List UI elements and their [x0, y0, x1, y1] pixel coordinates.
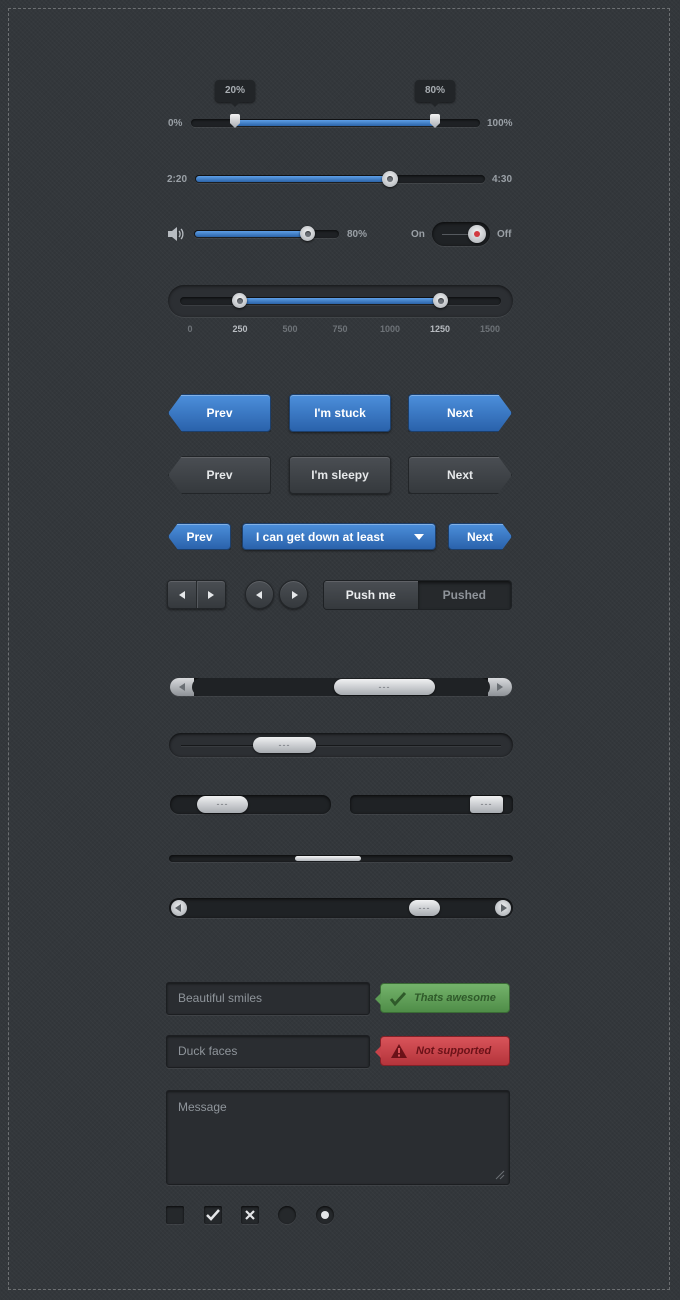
time-track[interactable] [195, 175, 485, 183]
scrollbar-1[interactable]: --- [170, 678, 512, 696]
warning-icon [391, 1044, 407, 1058]
success-badge: Thats awesome [375, 983, 510, 1013]
sleepy-button[interactable]: I'm sleepy [289, 456, 391, 494]
segment-left-button[interactable] [168, 581, 197, 608]
scrollbar-4[interactable]: --- [350, 795, 513, 814]
prev-button-blue[interactable]: Prev [168, 394, 271, 432]
checkbox-checked[interactable] [204, 1206, 222, 1224]
volume-fill [195, 231, 308, 237]
time-total-label: 4:30 [492, 174, 513, 185]
speaker-icon[interactable] [167, 226, 185, 247]
close-icon [245, 1210, 255, 1220]
range-high-tooltip: 80% [415, 80, 455, 107]
scale-tick-label: 250 [232, 324, 248, 334]
push-toggle-group: Push me Pushed [323, 580, 512, 610]
scale-high-handle[interactable] [433, 293, 448, 308]
next-button-blue[interactable]: Next [408, 394, 512, 432]
toggle-knob[interactable] [468, 225, 486, 243]
range-min-label: 0% [168, 118, 183, 129]
scroll-thumb[interactable]: --- [253, 737, 316, 753]
round-left-button[interactable] [245, 580, 274, 609]
checkbox-empty[interactable] [166, 1206, 184, 1224]
error-badge: Not supported [375, 1036, 510, 1066]
success-text: Thats awesome [414, 992, 496, 1004]
toggle-track[interactable] [432, 222, 490, 246]
scale-tick-label: 0 [187, 324, 193, 334]
scrollbar-2[interactable]: --- [169, 733, 513, 757]
triangle-right-icon [501, 904, 507, 912]
dropdown-value: I can get down at least [256, 529, 385, 544]
resize-grip-icon[interactable] [495, 1170, 505, 1180]
push-me-button[interactable]: Push me [324, 581, 418, 609]
scale-tick-label: 1250 [429, 324, 451, 334]
second-field[interactable]: Duck faces [166, 1035, 370, 1068]
scale-low-handle[interactable] [232, 293, 247, 308]
scrollbar-3[interactable]: --- [170, 795, 331, 814]
segment-right-button[interactable] [196, 581, 226, 608]
time-current-label: 2:20 [167, 174, 188, 185]
stuck-button[interactable]: I'm stuck [289, 394, 391, 432]
scale-track[interactable] [180, 297, 501, 305]
triangle-right-icon [208, 590, 215, 599]
round-right-button[interactable] [279, 580, 308, 609]
name-field[interactable]: Beautiful smiles [166, 982, 370, 1015]
toggle-line [442, 234, 468, 235]
scroll-thumb[interactable]: --- [470, 796, 503, 813]
time-handle[interactable] [382, 171, 398, 187]
scale-tick-label: 750 [332, 324, 348, 334]
scroll-right-button[interactable] [488, 678, 512, 696]
chevron-down-icon [414, 534, 424, 540]
scrollbar-5[interactable] [169, 855, 513, 862]
scroll-right-button[interactable] [495, 900, 511, 916]
volume-handle[interactable] [300, 226, 315, 241]
triangle-left-icon [179, 683, 185, 691]
next-button-small[interactable]: Next [448, 523, 512, 550]
volume-track[interactable] [194, 230, 339, 238]
range-fill [235, 120, 435, 126]
scroll-left-button[interactable] [171, 900, 187, 916]
prev-button-small[interactable]: Prev [168, 523, 231, 550]
scroll-rail [181, 745, 501, 746]
next-button-dark[interactable]: Next [408, 456, 512, 494]
scale-tick-label: 1500 [479, 324, 501, 334]
triangle-right-icon [497, 683, 503, 691]
triangle-left-icon [175, 904, 181, 912]
scrollbar-6[interactable]: --- [169, 898, 513, 918]
triangle-left-icon [178, 590, 185, 599]
scroll-left-button[interactable] [170, 678, 194, 696]
time-fill [196, 176, 391, 182]
radio-empty[interactable] [278, 1206, 296, 1224]
triangle-right-icon [291, 590, 298, 599]
scale-tick-label: 500 [282, 324, 298, 334]
scroll-thumb[interactable]: --- [334, 679, 435, 695]
triangle-left-icon [255, 590, 262, 599]
range-max-label: 100% [487, 118, 513, 129]
checkmark-icon [389, 991, 407, 1007]
scale-tick-label: 1000 [379, 324, 401, 334]
volume-value: 80% [347, 229, 368, 240]
segmented-arrows [167, 580, 226, 609]
scroll-thumb-thin[interactable] [295, 856, 361, 861]
error-text: Not supported [416, 1045, 492, 1057]
checkmark-icon [206, 1209, 220, 1221]
toggle-indicator-icon [474, 231, 480, 237]
range-low-tooltip: 20% [215, 80, 255, 107]
message-textarea[interactable]: Message [166, 1090, 510, 1185]
scroll-thumb[interactable]: --- [409, 900, 440, 916]
prev-button-dark[interactable]: Prev [168, 456, 271, 494]
checkbox-crossed[interactable] [241, 1206, 259, 1224]
message-placeholder: Message [178, 1100, 227, 1114]
toggle-on-label: On [411, 229, 425, 240]
radio-selected[interactable] [316, 1206, 334, 1224]
scroll-thumb[interactable]: --- [197, 796, 248, 813]
radio-dot-icon [321, 1211, 329, 1219]
toggle-off-label: Off [497, 229, 512, 240]
scale-fill [240, 298, 441, 304]
dropdown-select[interactable]: I can get down at least [242, 523, 436, 550]
pushed-button[interactable]: Pushed [417, 581, 511, 609]
